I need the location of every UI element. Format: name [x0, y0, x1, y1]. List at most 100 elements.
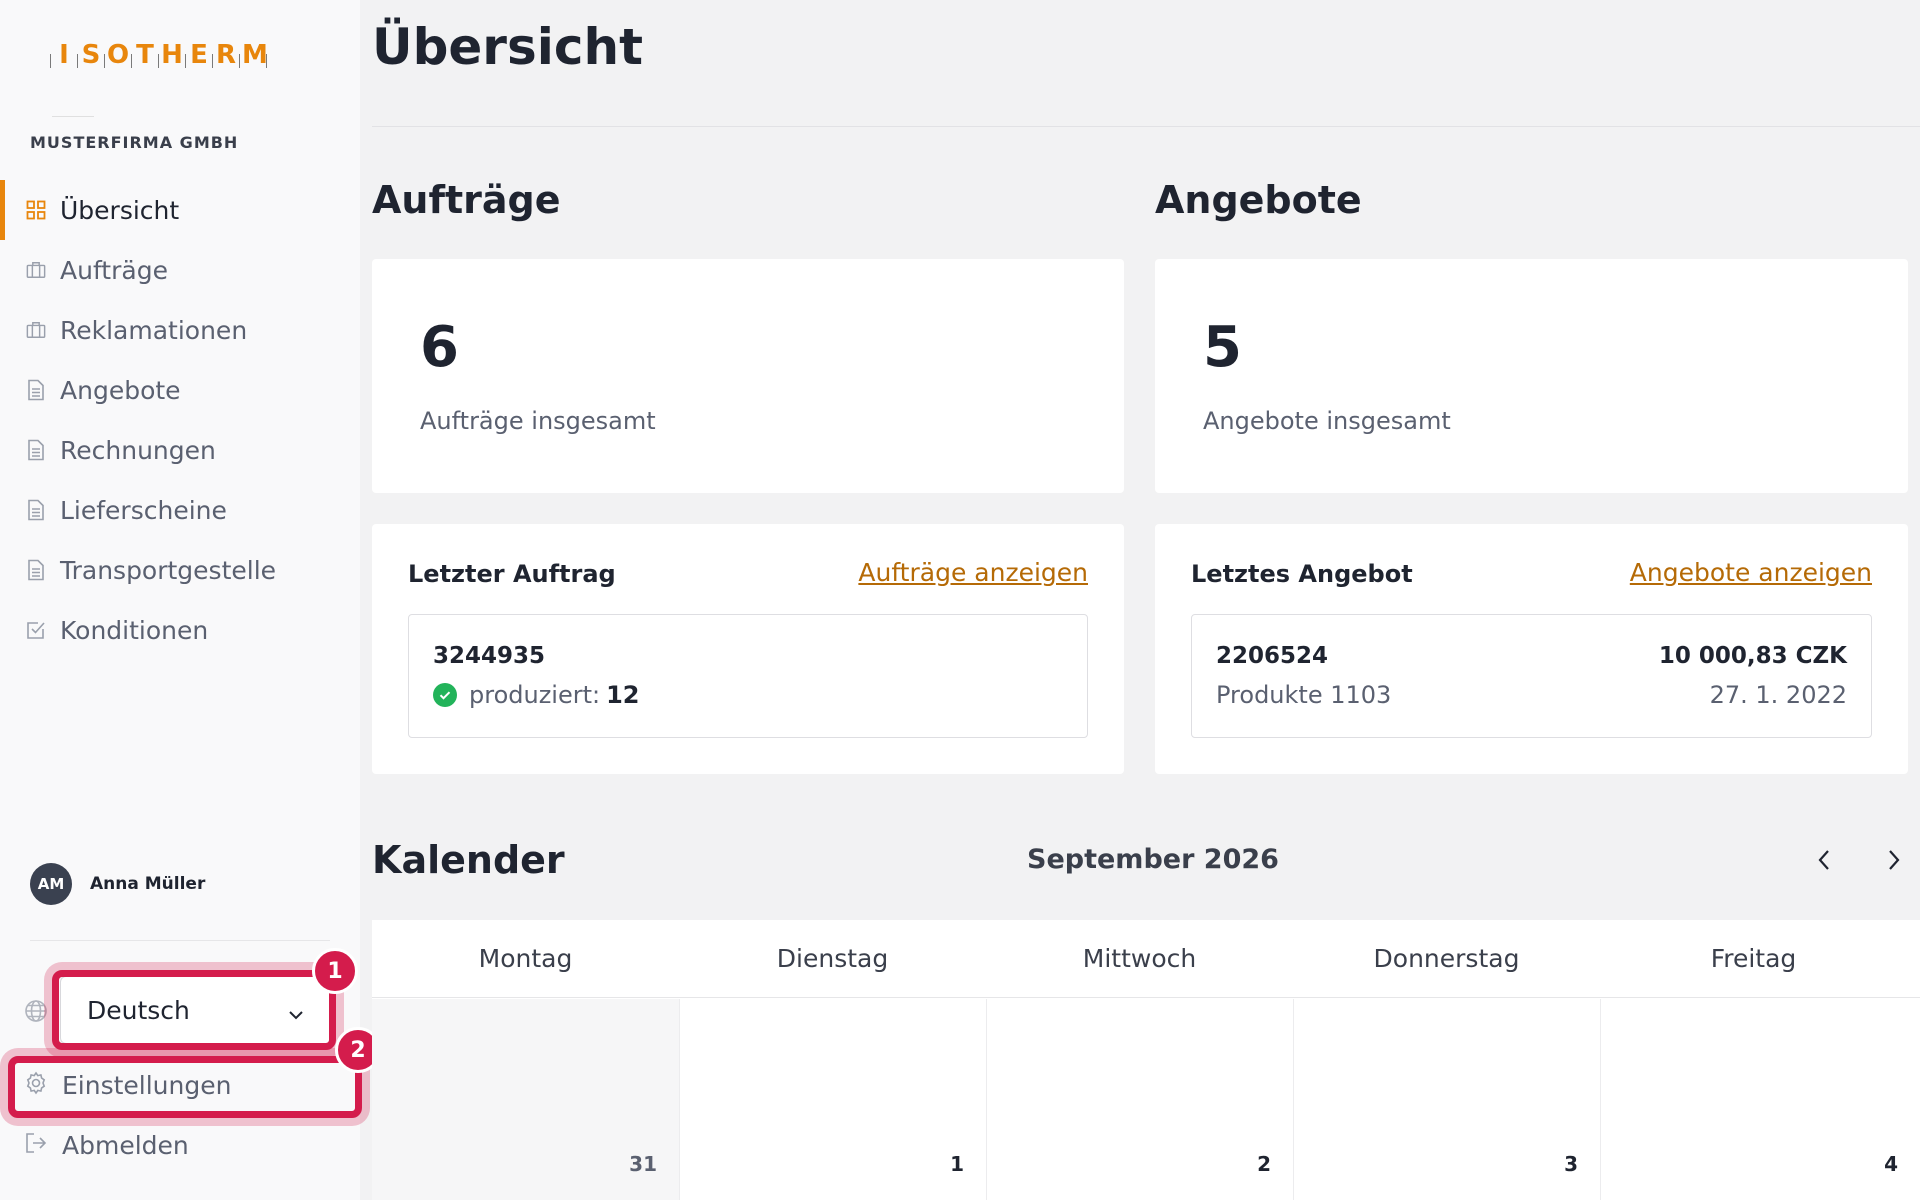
- calendar-day-number: 4: [1884, 1152, 1898, 1176]
- sidebar-item-label: Konditionen: [60, 615, 209, 645]
- calendar-day-number: 31: [629, 1152, 657, 1176]
- sidebar-item-label: Rechnungen: [60, 435, 216, 465]
- logo-letter: H: [161, 40, 183, 70]
- logo-letter: O: [107, 40, 130, 70]
- settings-button[interactable]: Einstellungen: [24, 1060, 231, 1110]
- logout-label: Abmelden: [62, 1130, 189, 1160]
- chevron-left-icon: [1816, 848, 1832, 876]
- settings-label: Einstellungen: [62, 1070, 232, 1100]
- sidebar-item-transportgestelle[interactable]: Transportgestelle: [0, 540, 360, 600]
- document-icon: [26, 559, 46, 581]
- last-order-title: Letzter Auftrag: [408, 560, 616, 588]
- logo-tick: [185, 54, 186, 68]
- language-selected: Deutsch: [87, 995, 190, 1025]
- logo-letter: S: [81, 40, 101, 70]
- logo-divider: [52, 116, 94, 117]
- weekday-thursday: Donnerstag: [1373, 944, 1520, 973]
- logout-button[interactable]: Abmelden: [24, 1120, 189, 1170]
- logo-letter: E: [190, 40, 208, 70]
- page-title: Übersicht: [372, 18, 643, 76]
- logo-letter: I: [59, 40, 69, 70]
- grid-icon: [26, 200, 46, 220]
- calendar-prev-button[interactable]: [1806, 844, 1842, 880]
- calendar-next-button[interactable]: [1876, 844, 1912, 880]
- briefcase-icon: [26, 320, 46, 340]
- sidebar-item-label: Übersicht: [60, 195, 180, 225]
- last-order-item[interactable]: 3244935 produziert: 12: [408, 614, 1088, 738]
- orders-total-label: Aufträge insgesamt: [420, 407, 656, 435]
- sidebar-item-label: Transportgestelle: [60, 555, 277, 585]
- calendar-day-number: 2: [1257, 1152, 1271, 1176]
- gear-icon: [24, 1071, 48, 1099]
- avatar: AM: [30, 863, 72, 905]
- offer-amount: 10 000,83 CZK: [1658, 643, 1847, 669]
- logo-tick: [50, 54, 51, 68]
- sidebar-item-label: Reklamationen: [60, 315, 248, 345]
- last-offer-card: Letztes Angebot Angebote anzeigen 220652…: [1155, 524, 1908, 774]
- divider: [372, 126, 1920, 127]
- checkbox-icon: [26, 620, 46, 640]
- orders-total: 6: [420, 315, 459, 380]
- weekday-tuesday: Dienstag: [776, 944, 889, 973]
- logo-tick: [158, 54, 159, 68]
- last-offer-title: Letztes Angebot: [1191, 560, 1413, 588]
- logo-tick: [239, 54, 240, 68]
- calendar-day-cell[interactable]: 2: [987, 999, 1294, 1200]
- offer-products: Produkte 1103: [1216, 681, 1392, 709]
- calendar-day-number: 3: [1564, 1152, 1578, 1176]
- sidebar-item-konditionen[interactable]: Konditionen: [0, 600, 360, 660]
- weekday-wednesday: Mittwoch: [1082, 944, 1197, 973]
- offer-id: 2206524: [1216, 643, 1329, 669]
- status-label: produziert:: [469, 681, 601, 709]
- weekday-friday: Freitag: [1710, 944, 1797, 973]
- user-name: Anna Müller: [90, 874, 206, 894]
- calendar-weekdays: Montag Dienstag Mittwoch Donnerstag Frei…: [372, 920, 1920, 998]
- status-value: 12: [606, 681, 640, 709]
- show-offers-link[interactable]: Angebote anzeigen: [1630, 558, 1872, 587]
- weekday-monday: Montag: [478, 944, 573, 973]
- sidebar: ISOTHERM MUSTERFIRMA GMBH Übersicht Auft…: [0, 0, 360, 1200]
- order-status: produziert: 12: [433, 681, 640, 709]
- offers-section-title: Angebote: [1155, 178, 1362, 222]
- calendar-day-cell[interactable]: 31: [372, 999, 680, 1200]
- orders-section-title: Aufträge: [372, 178, 561, 222]
- briefcase-icon: [26, 260, 46, 280]
- logout-icon: [24, 1131, 48, 1159]
- logo-tick: [104, 54, 105, 68]
- offers-total: 5: [1203, 315, 1242, 380]
- check-circle-icon: [433, 683, 457, 707]
- sidebar-item-auftraege[interactable]: Aufträge: [0, 240, 360, 300]
- sidebar-item-uebersicht[interactable]: Übersicht: [0, 180, 360, 240]
- sidebar-item-label: Aufträge: [60, 255, 168, 285]
- isotherm-logo[interactable]: ISOTHERM: [48, 24, 318, 70]
- sidebar-item-label: Lieferscheine: [60, 495, 227, 525]
- divider: [30, 940, 330, 941]
- calendar-day-cell[interactable]: 4: [1601, 999, 1920, 1200]
- globe-icon: [24, 999, 48, 1027]
- sidebar-item-angebote[interactable]: Angebote: [0, 360, 360, 420]
- chevron-right-icon: [1886, 848, 1902, 876]
- language-select[interactable]: Deutsch: [60, 976, 332, 1044]
- offers-total-label: Angebote insgesamt: [1203, 407, 1451, 435]
- show-orders-link[interactable]: Aufträge anzeigen: [858, 558, 1088, 587]
- calendar-month: September 2026: [1027, 844, 1279, 875]
- calendar-title: Kalender: [372, 838, 565, 882]
- logo-letter: R: [215, 40, 237, 70]
- sidebar-item-rechnungen[interactable]: Rechnungen: [0, 420, 360, 480]
- offers-total-card: 5 Angebote insgesamt: [1155, 259, 1908, 493]
- callout-badge-1: 1: [312, 948, 358, 994]
- sidebar-nav: Übersicht Aufträge Reklamationen Angebot…: [0, 180, 360, 660]
- document-icon: [26, 439, 46, 461]
- last-offer-item[interactable]: 2206524 Produkte 1103 10 000,83 CZK 27. …: [1191, 614, 1872, 738]
- sidebar-item-reklamationen[interactable]: Reklamationen: [0, 300, 360, 360]
- sidebar-item-label: Angebote: [60, 375, 181, 405]
- sidebar-item-lieferscheine[interactable]: Lieferscheine: [0, 480, 360, 540]
- chevron-down-icon: [287, 1001, 305, 1030]
- logo-tick: [77, 54, 78, 68]
- calendar-day-cell[interactable]: 1: [680, 999, 987, 1200]
- orders-total-card: 6 Aufträge insgesamt: [372, 259, 1124, 493]
- offer-date: 27. 1. 2022: [1709, 681, 1847, 709]
- calendar-day-cell[interactable]: 3: [1294, 999, 1601, 1200]
- order-id: 3244935: [433, 643, 546, 669]
- user-profile[interactable]: AM Anna Müller: [30, 863, 205, 905]
